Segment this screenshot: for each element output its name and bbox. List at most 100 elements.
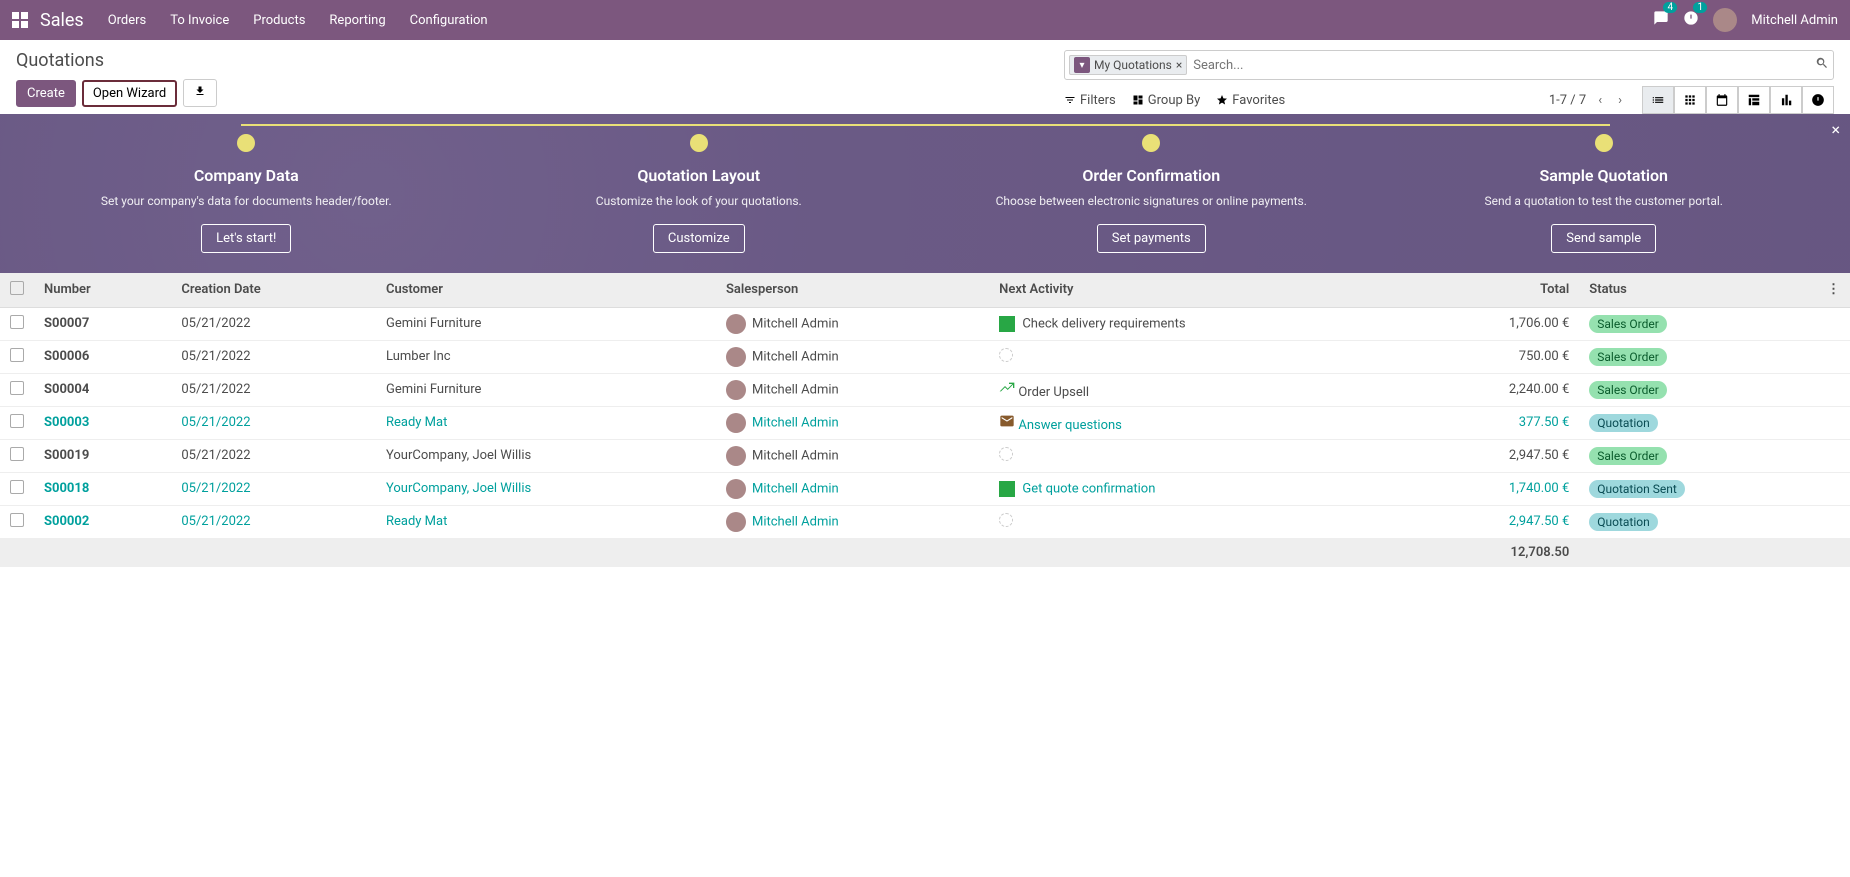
- col-activity[interactable]: Next Activity: [989, 273, 1414, 308]
- table-row[interactable]: S00019 05/21/2022 YourCompany, Joel Will…: [0, 439, 1850, 472]
- cell-number: S00007: [34, 307, 171, 340]
- cell-status: Quotation Sent: [1579, 472, 1817, 505]
- pager-prev[interactable]: ‹: [1594, 89, 1606, 112]
- messages-icon[interactable]: 4: [1653, 10, 1669, 30]
- user-name[interactable]: Mitchell Admin: [1751, 13, 1838, 28]
- cell-customer: YourCompany, Joel Willis: [376, 439, 716, 472]
- step-button[interactable]: Set payments: [1097, 224, 1206, 253]
- remove-tag-icon[interactable]: ×: [1176, 58, 1182, 72]
- nav-item-configuration[interactable]: Configuration: [410, 13, 488, 28]
- create-button[interactable]: Create: [16, 80, 76, 107]
- search-box[interactable]: ▾ My Quotations ×: [1064, 50, 1834, 80]
- cell-total: 377.50 €: [1414, 406, 1579, 439]
- activities-icon[interactable]: 1: [1683, 10, 1699, 30]
- cell-status: Quotation: [1579, 505, 1817, 538]
- cell-date: 05/21/2022: [171, 340, 376, 373]
- messages-badge: 4: [1663, 2, 1677, 13]
- row-checkbox[interactable]: [10, 315, 24, 329]
- column-options-icon[interactable]: ⋮: [1827, 282, 1840, 297]
- pager-next[interactable]: ›: [1614, 89, 1626, 112]
- step-dot-icon: [690, 134, 708, 152]
- cell-status: Sales Order: [1579, 373, 1817, 406]
- row-checkbox[interactable]: [10, 513, 24, 527]
- cell-salesperson: Mitchell Admin: [716, 406, 989, 439]
- view-kanban[interactable]: [1674, 86, 1706, 114]
- search-filter-tag[interactable]: ▾ My Quotations ×: [1069, 55, 1187, 75]
- filters-button[interactable]: Filters: [1064, 93, 1116, 108]
- cell-activity: [989, 505, 1414, 538]
- open-wizard-button[interactable]: Open Wizard: [82, 80, 177, 107]
- view-graph[interactable]: [1770, 86, 1802, 114]
- select-all-checkbox[interactable]: [10, 281, 24, 295]
- app-title[interactable]: Sales: [40, 10, 84, 31]
- cell-customer: Lumber Inc: [376, 340, 716, 373]
- cell-number: S00006: [34, 340, 171, 373]
- cell-status: Sales Order: [1579, 307, 1817, 340]
- row-checkbox[interactable]: [10, 414, 24, 428]
- avatar: [726, 347, 746, 367]
- table-row[interactable]: S00018 05/21/2022 YourCompany, Joel Will…: [0, 472, 1850, 505]
- table-row[interactable]: S00007 05/21/2022 Gemini Furniture Mitch…: [0, 307, 1850, 340]
- view-activity[interactable]: [1802, 86, 1834, 114]
- avatar: [726, 413, 746, 433]
- col-salesperson[interactable]: Salesperson: [716, 273, 989, 308]
- step-dot-icon: [1142, 134, 1160, 152]
- cell-salesperson: Mitchell Admin: [716, 439, 989, 472]
- cell-customer: Gemini Furniture: [376, 307, 716, 340]
- step-button[interactable]: Send sample: [1551, 224, 1656, 253]
- row-checkbox[interactable]: [10, 381, 24, 395]
- quotations-table: Number Creation Date Customer Salesperso…: [0, 273, 1850, 567]
- user-avatar[interactable]: [1713, 8, 1737, 32]
- nav-item-orders[interactable]: Orders: [108, 13, 147, 28]
- onboard-step: Sample Quotation Send a quotation to tes…: [1378, 134, 1831, 253]
- cell-total: 1,740.00 €: [1414, 472, 1579, 505]
- avatar: [726, 314, 746, 334]
- row-checkbox[interactable]: [10, 447, 24, 461]
- avatar: [726, 479, 746, 499]
- footer-total: 12,708.50: [1414, 538, 1579, 566]
- onboard-step: Company Data Set your company's data for…: [20, 134, 473, 253]
- download-button[interactable]: [183, 79, 217, 107]
- favorites-button[interactable]: Favorites: [1216, 93, 1285, 108]
- view-calendar[interactable]: [1706, 86, 1738, 114]
- step-desc: Send a quotation to test the customer po…: [1378, 193, 1831, 210]
- cell-date: 05/21/2022: [171, 439, 376, 472]
- table-row[interactable]: S00006 05/21/2022 Lumber Inc Mitchell Ad…: [0, 340, 1850, 373]
- cell-activity: [989, 439, 1414, 472]
- nav-item-products[interactable]: Products: [253, 13, 305, 28]
- cell-number: S00004: [34, 373, 171, 406]
- cell-customer: Ready Mat: [376, 406, 716, 439]
- avatar: [726, 512, 746, 532]
- search-input[interactable]: [1187, 58, 1815, 73]
- table-row[interactable]: S00003 05/21/2022 Ready Mat Mitchell Adm…: [0, 406, 1850, 439]
- cell-date: 05/21/2022: [171, 373, 376, 406]
- table-row[interactable]: S00002 05/21/2022 Ready Mat Mitchell Adm…: [0, 505, 1850, 538]
- apps-icon[interactable]: [12, 12, 28, 28]
- status-badge: Quotation Sent: [1589, 480, 1685, 498]
- activities-badge: 1: [1693, 2, 1707, 13]
- task-icon: [999, 316, 1015, 332]
- search-icon[interactable]: [1815, 56, 1829, 74]
- view-pivot[interactable]: [1738, 86, 1770, 114]
- col-date[interactable]: Creation Date: [171, 273, 376, 308]
- col-status[interactable]: Status: [1579, 273, 1817, 308]
- step-button[interactable]: Customize: [653, 224, 745, 253]
- row-checkbox[interactable]: [10, 480, 24, 494]
- groupby-button[interactable]: Group By: [1132, 93, 1201, 108]
- col-number[interactable]: Number: [34, 273, 171, 308]
- nav-item-reporting[interactable]: Reporting: [329, 13, 385, 28]
- task-icon: [999, 481, 1015, 497]
- cell-date: 05/21/2022: [171, 472, 376, 505]
- row-checkbox[interactable]: [10, 348, 24, 362]
- col-customer[interactable]: Customer: [376, 273, 716, 308]
- step-button[interactable]: Let's start!: [201, 224, 291, 253]
- step-desc: Choose between electronic signatures or …: [925, 193, 1378, 210]
- table-row[interactable]: S00004 05/21/2022 Gemini Furniture Mitch…: [0, 373, 1850, 406]
- cell-total: 2,947.50 €: [1414, 439, 1579, 472]
- col-total[interactable]: Total: [1414, 273, 1579, 308]
- status-badge: Sales Order: [1589, 348, 1667, 366]
- step-title: Sample Quotation: [1378, 166, 1831, 185]
- close-icon[interactable]: ×: [1831, 120, 1840, 139]
- nav-item-to-invoice[interactable]: To Invoice: [170, 13, 229, 28]
- view-list[interactable]: [1642, 86, 1674, 114]
